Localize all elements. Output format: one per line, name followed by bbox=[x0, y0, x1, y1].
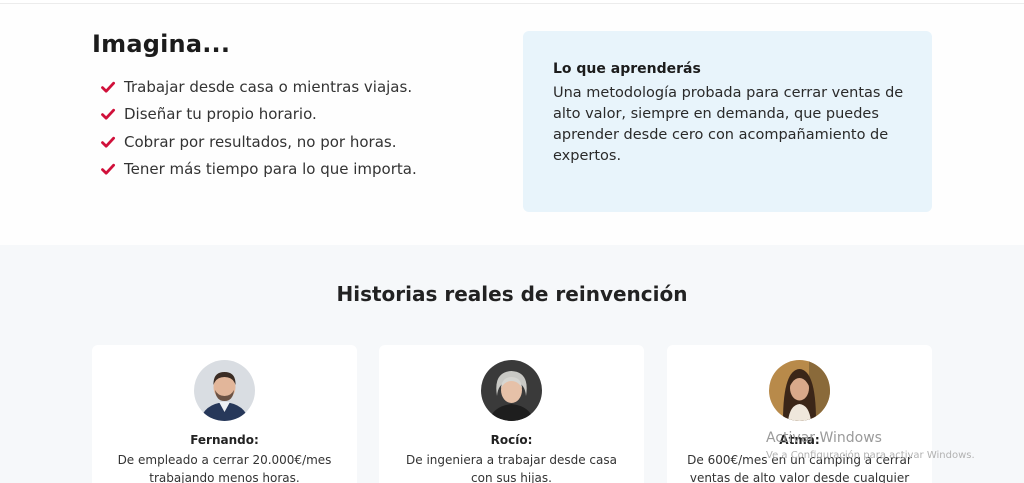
avatar-fernando-image bbox=[194, 360, 255, 421]
card-story: De ingeniera a trabajar desde casa con s… bbox=[406, 453, 617, 483]
learn-title: Lo que aprenderás bbox=[553, 61, 701, 77]
list-item-text: Diseñar tu propio horario. bbox=[124, 105, 317, 124]
story-card-atma: Atma: De 600€/mes en un camping a cerrar… bbox=[667, 345, 932, 483]
stories-section: Historias reales de reinvención Fernando… bbox=[0, 245, 1024, 483]
avatar bbox=[481, 360, 542, 421]
avatar bbox=[194, 360, 255, 421]
card-name: Atma: bbox=[779, 433, 820, 447]
avatar-atma-image bbox=[769, 360, 830, 421]
check-icon bbox=[101, 109, 115, 120]
list-item: Diseñar tu propio horario. bbox=[100, 101, 417, 129]
stories-title: Historias reales de reinvención bbox=[336, 282, 688, 306]
card-story: De empleado a cerrar 20.000€/mes trabaja… bbox=[117, 453, 332, 483]
list-item-text: Tener más tiempo para lo que importa. bbox=[124, 160, 417, 179]
check-icon bbox=[101, 81, 115, 93]
story-card-fernando: Fernando: De empleado a cerrar 20.000€/m… bbox=[92, 345, 357, 483]
learn-box: Lo que aprenderás Una metodología probad… bbox=[523, 31, 932, 212]
list-item: Tener más tiempo para lo que importa. bbox=[100, 156, 417, 184]
card-story: De 600€/mes en un camping a cerrar venta… bbox=[687, 453, 912, 483]
list-item-text: Cobrar por resultados, no por horas. bbox=[124, 132, 397, 151]
story-card-rocio: Rocío: De ingeniera a trabajar desde cas… bbox=[379, 345, 644, 483]
check-icon bbox=[101, 136, 115, 148]
check-icon bbox=[101, 164, 115, 175]
avatar bbox=[769, 360, 830, 421]
imagine-list: Trabajar desde casa o mientras viajas. D… bbox=[100, 73, 417, 183]
list-item-text: Trabajar desde casa o mientras viajas. bbox=[124, 77, 413, 96]
card-name: Rocío: bbox=[490, 433, 533, 447]
avatar-rocio-image bbox=[481, 360, 542, 421]
learn-text: Una metodología probada para cerrar vent… bbox=[553, 85, 904, 164]
imagine-section: Imagina... Trabajar desde casa o mientra… bbox=[0, 4, 1024, 245]
imagine-heading: Imagina... bbox=[92, 30, 231, 58]
list-item: Trabajar desde casa o mientras viajas. bbox=[100, 73, 417, 101]
list-item: Cobrar por resultados, no por horas. bbox=[100, 128, 417, 156]
card-name: Fernando: bbox=[190, 433, 259, 447]
